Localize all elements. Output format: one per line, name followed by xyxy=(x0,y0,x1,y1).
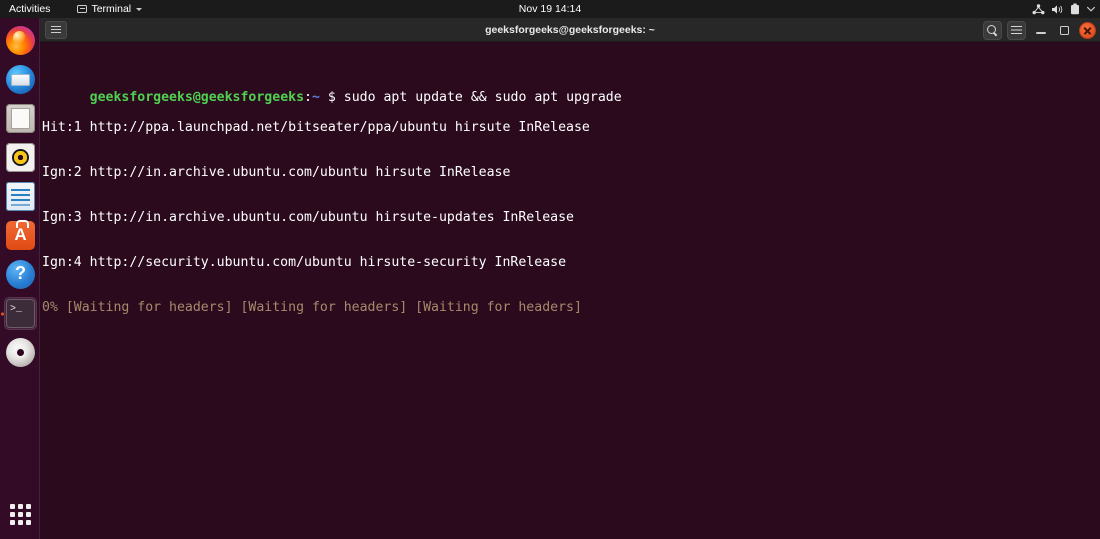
terminal-output-line: Hit:1 http://ppa.launchpad.net/bitseater… xyxy=(42,120,590,135)
window-title: geeksforgeeks@geeksforgeeks: ~ xyxy=(485,24,655,36)
prompt-symbol: $ xyxy=(327,90,336,105)
grid-dot-icon xyxy=(26,512,31,517)
dock-item-firefox[interactable] xyxy=(4,24,37,57)
clock[interactable]: Nov 19 14:14 xyxy=(0,0,1100,18)
rhythmbox-icon xyxy=(6,143,35,172)
terminal-icon xyxy=(6,299,35,328)
prompt-user-host: geeksforgeeks@geeksforgeeks xyxy=(89,90,305,105)
launcher-dock xyxy=(0,18,40,539)
tab-menu-button[interactable] xyxy=(45,20,67,39)
thunderbird-icon xyxy=(6,65,35,94)
dock-item-terminal[interactable] xyxy=(1,297,37,330)
terminal-output-area[interactable]: geeksforgeeks@geeksforgeeks:~ $ sudo apt… xyxy=(40,42,1100,539)
hamburger-menu-icon xyxy=(1011,25,1022,35)
activities-button[interactable]: Activities xyxy=(0,0,58,18)
terminal-output-line: Ign:3 http://in.archive.ubuntu.com/ubunt… xyxy=(42,210,574,225)
chevron-down-icon xyxy=(1086,4,1096,14)
grid-dot-icon xyxy=(10,520,15,525)
dock-item-rhythmbox[interactable] xyxy=(4,141,37,174)
menu-icon xyxy=(51,25,61,34)
terminal-output-line: Ign:2 http://in.archive.ubuntu.com/ubunt… xyxy=(42,165,511,180)
search-button[interactable] xyxy=(983,20,1002,40)
show-applications-button[interactable] xyxy=(4,498,37,531)
app-menu-button[interactable]: Terminal xyxy=(70,0,149,18)
grid-dot-icon xyxy=(18,520,23,525)
dock-item-disc[interactable] xyxy=(4,336,37,369)
search-icon xyxy=(987,24,998,36)
terminal-output-line: Ign:4 http://security.ubuntu.com/ubuntu … xyxy=(42,255,567,270)
top-bar-left: Activities Terminal xyxy=(0,0,149,18)
running-indicator xyxy=(1,312,4,315)
grid-dot-icon xyxy=(10,512,15,517)
gnome-top-bar: Activities Terminal Nov 19 14:14 xyxy=(0,0,1100,18)
dock-item-ubuntu-software[interactable] xyxy=(4,219,37,252)
grid-dot-icon xyxy=(18,504,23,509)
grid-dot-icon xyxy=(18,512,23,517)
system-status-area[interactable] xyxy=(1032,0,1096,18)
minimize-icon xyxy=(1035,32,1046,34)
prompt-colon: : xyxy=(304,90,312,105)
battery-icon xyxy=(1070,3,1080,15)
network-icon xyxy=(1032,3,1045,15)
terminal-command-line: geeksforgeeks@geeksforgeeks:~ $ sudo apt… xyxy=(42,75,1094,105)
prompt-path: ~ xyxy=(311,90,320,105)
maximize-button[interactable] xyxy=(1055,21,1074,40)
window-titlebar[interactable]: geeksforgeeks@geeksforgeeks: ~ xyxy=(40,18,1100,42)
libreoffice-writer-icon xyxy=(6,182,35,211)
activities-label: Activities xyxy=(9,3,51,15)
dock-item-help[interactable] xyxy=(4,258,37,291)
dock-item-files[interactable] xyxy=(4,102,37,135)
minimize-button[interactable] xyxy=(1031,21,1050,40)
maximize-icon xyxy=(1060,25,1069,35)
volume-icon xyxy=(1051,4,1064,15)
firefox-icon xyxy=(6,26,35,55)
ubuntu-software-icon xyxy=(6,220,35,250)
dock-item-libreoffice-writer[interactable] xyxy=(4,180,37,213)
files-icon xyxy=(6,104,35,133)
app-menu-label: Terminal xyxy=(91,3,132,15)
menu-button[interactable] xyxy=(1007,20,1026,40)
close-button[interactable] xyxy=(1079,21,1096,39)
dock-item-thunderbird[interactable] xyxy=(4,63,37,96)
close-icon xyxy=(1083,26,1092,35)
window-icon xyxy=(77,5,88,13)
terminal-window: geeksforgeeks@geeksforgeeks: ~ geeksforg… xyxy=(40,18,1100,539)
terminal-status-line: 0% [Waiting for headers] [Waiting for he… xyxy=(42,300,582,315)
window-controls xyxy=(983,18,1096,42)
grid-dot-icon xyxy=(26,520,31,525)
grid-dot-icon xyxy=(10,504,15,509)
help-icon xyxy=(6,260,35,289)
chevron-down-icon xyxy=(136,7,143,11)
grid-dot-icon xyxy=(26,504,31,509)
disc-icon xyxy=(6,338,35,367)
terminal-command: sudo apt update && sudo apt upgrade xyxy=(343,90,622,105)
